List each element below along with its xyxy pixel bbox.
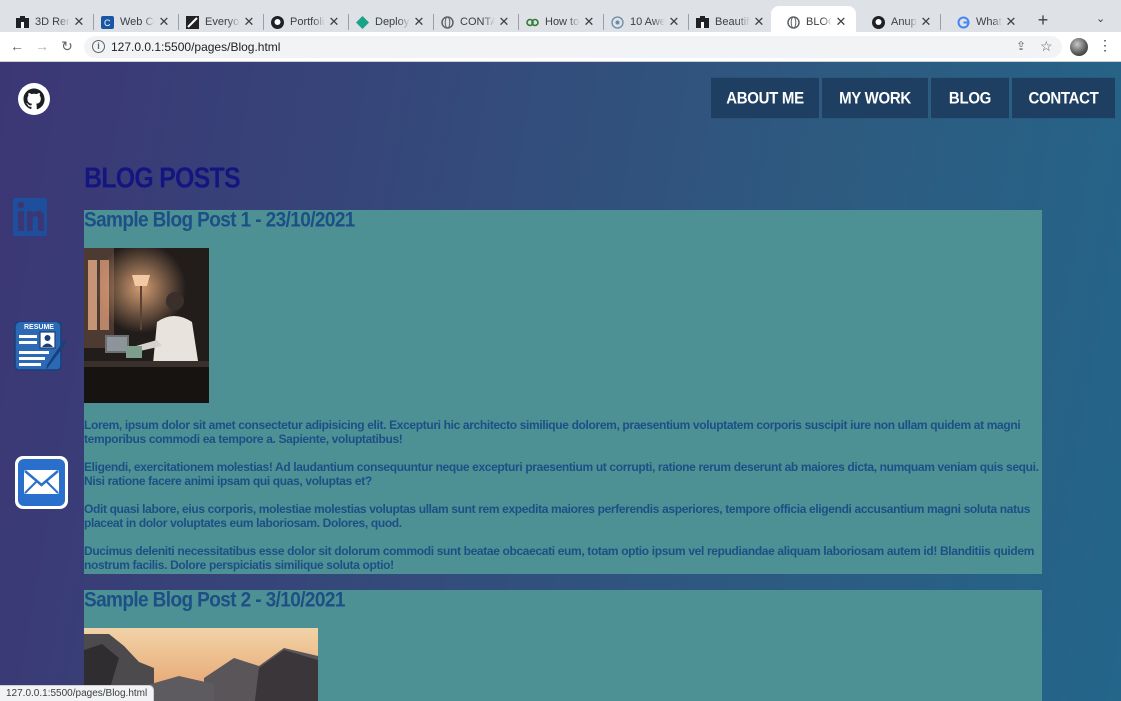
post-image-person-at-desk	[84, 248, 209, 403]
globe-icon	[786, 15, 800, 29]
status-bar-url: 127.0.0.1:5500/pages/Blog.html	[0, 685, 155, 701]
close-tab-icon[interactable]: ✕	[667, 14, 681, 30]
close-tab-icon[interactable]: ✕	[242, 14, 256, 30]
chevron-down-icon[interactable]: ⌄	[1096, 12, 1105, 25]
post-title: Sample Blog Post 1 - 23/10/2021	[84, 209, 355, 233]
profile-avatar[interactable]	[1070, 38, 1088, 56]
resume-label: RESUME	[24, 324, 54, 331]
linkedin-icon[interactable]	[13, 198, 49, 243]
new-tab-icon[interactable]: +	[1033, 10, 1053, 31]
post-paragraph: Ducimus deleniti necessitatibus esse dol…	[84, 544, 1035, 572]
nav-about-me[interactable]: ABOUT ME	[711, 77, 819, 119]
github-icon	[270, 15, 284, 29]
close-tab-icon[interactable]: ✕	[72, 14, 86, 30]
nav-contact[interactable]: CONTACT	[1012, 77, 1115, 119]
close-tab-icon[interactable]: ✕	[919, 14, 933, 30]
page-title: BLOG POSTS	[84, 162, 241, 195]
close-tab-icon[interactable]: ✕	[157, 14, 171, 30]
close-tab-icon[interactable]: ✕	[497, 14, 511, 30]
close-tab-icon[interactable]: ✕	[412, 14, 426, 30]
close-tab-icon[interactable]: ✕	[582, 14, 596, 30]
blog-post: Sample Blog Post 1 - 23/10/2021 Lorem, i…	[84, 209, 1042, 574]
3d-icon	[15, 15, 29, 29]
address-bar[interactable]: i 127.0.0.1:5500/pages/Blog.html ⇪ ☆	[84, 36, 1062, 58]
web-icon: C	[100, 15, 114, 29]
globe-icon	[440, 15, 454, 29]
close-tab-icon[interactable]: ✕	[752, 14, 766, 30]
back-arrow-icon[interactable]: ←	[8, 38, 26, 54]
link-icon	[525, 15, 539, 29]
eye-icon	[610, 15, 624, 29]
post-paragraph: Lorem, ipsum dolor sit amet consectetur …	[84, 418, 1021, 446]
more-menu-icon[interactable]: ⋮	[1098, 37, 1112, 54]
reload-icon[interactable]: ↻	[58, 38, 76, 55]
svg-text:C: C	[104, 18, 111, 28]
email-envelope-icon[interactable]	[14, 455, 70, 516]
3d-icon	[695, 15, 709, 29]
post-paragraph: Odit quasi labore, eius corporis, molest…	[84, 502, 1031, 530]
w-logo-icon	[185, 15, 199, 29]
github-icon	[871, 15, 885, 29]
netlify-icon	[355, 15, 369, 29]
info-icon[interactable]: i	[92, 40, 105, 53]
browser-toolbar: ← → ↻ i 127.0.0.1:5500/pages/Blog.html ⇪…	[0, 32, 1121, 62]
close-tab-icon[interactable]: ✕	[1004, 14, 1018, 30]
post-title: Sample Blog Post 2 - 3/10/2021	[84, 589, 345, 613]
url-text[interactable]: 127.0.0.1:5500/pages/Blog.html	[111, 40, 280, 54]
google-icon	[956, 15, 970, 29]
resume-icon[interactable]: RESUME	[13, 320, 69, 379]
post-paragraph: Eligendi, exercitationem molestias! Ad l…	[84, 460, 1039, 488]
nav-my-work[interactable]: MY WORK	[822, 77, 928, 119]
close-tab-icon[interactable]: ✕	[327, 14, 341, 30]
bookmark-star-icon[interactable]: ☆	[1040, 38, 1053, 55]
forward-arrow-icon[interactable]: →	[33, 38, 51, 54]
nav-blog[interactable]: BLOG	[931, 77, 1009, 119]
github-icon[interactable]	[18, 83, 50, 115]
page-viewport: ABOUT ME MY WORK BLOG CONTACT RESUME BLO…	[0, 62, 1121, 701]
blog-post: Sample Blog Post 2 - 3/10/2021	[84, 589, 1042, 701]
close-tab-icon[interactable]: ✕	[834, 14, 848, 30]
share-icon[interactable]: ⇪	[1016, 39, 1026, 53]
